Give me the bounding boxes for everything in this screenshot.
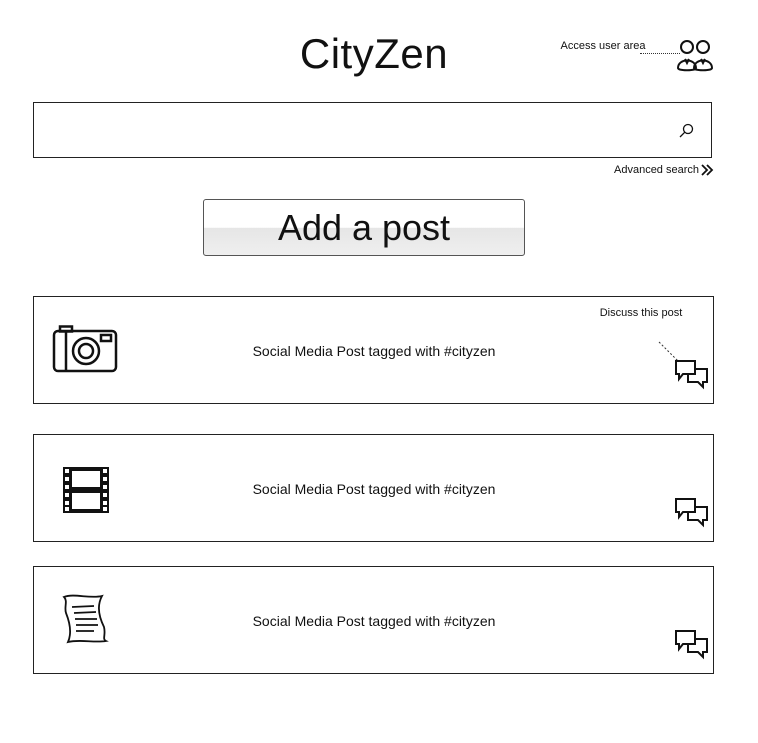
post-text: Social Media Post tagged with #cityzen [252,481,496,497]
double-chevron-right-icon [701,164,714,176]
chat-bubbles-icon[interactable] [674,629,710,661]
advanced-search-label: Advanced search [614,164,699,176]
search-input[interactable] [44,111,648,151]
chat-bubbles-icon[interactable] [674,359,710,391]
user-area-link[interactable]: Access user area [560,38,730,78]
search-box [33,102,712,158]
chat-bubbles-icon[interactable] [674,497,710,529]
search-icon[interactable] [676,121,696,141]
post-card: Social Media Post tagged with #cityzen [33,434,714,542]
user-area-leader-line [640,53,680,55]
discuss-post-label: Discuss this post [599,307,683,319]
add-post-button[interactable]: Add a post [203,199,525,256]
post-text: Social Media Post tagged with #cityzen [252,343,496,359]
post-card: Social Media Post tagged with #cityzen D… [33,296,714,404]
post-card: Social Media Post tagged with #cityzen [33,566,714,674]
user-area-label: Access user area [560,40,646,52]
post-text: Social Media Post tagged with #cityzen [252,613,496,629]
advanced-search-link[interactable]: Advanced search [560,162,714,180]
users-icon[interactable] [676,38,716,74]
